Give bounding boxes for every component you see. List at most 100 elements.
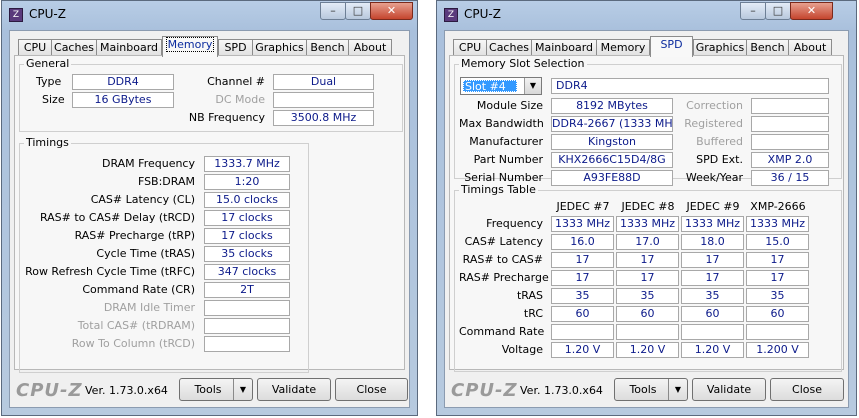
- fsb-dram-label: FSB:DRAM: [137, 175, 195, 188]
- part-number-value: KHX2666C15D4/8G: [551, 152, 673, 168]
- maximize-button[interactable]: □: [765, 2, 791, 20]
- window-client: CPU Caches Mainboard Memory SPD Graphics…: [9, 30, 410, 408]
- window-client: CPU Caches Mainboard Memory SPD Graphics…: [444, 30, 849, 408]
- week-year-value: 36 / 15: [751, 170, 829, 186]
- minimize-button[interactable]: –: [740, 2, 766, 20]
- tab-label: About: [793, 41, 827, 54]
- max-bandwidth-label: Max Bandwidth: [459, 117, 544, 130]
- timing-cell: 17: [616, 252, 679, 268]
- title-bar[interactable]: Z CPU-Z – □ ✕: [437, 1, 856, 29]
- tab-caches[interactable]: Caches: [486, 39, 532, 56]
- timing-cell: 17: [551, 252, 614, 268]
- slot-dropdown-arrow-icon[interactable]: ▼: [524, 78, 541, 94]
- cpuz-app-icon: Z: [444, 8, 458, 22]
- trp-label: RAS# Precharge (tRP): [74, 229, 195, 242]
- trp-value: 17 clocks: [204, 228, 290, 244]
- timing-cell: 1.20 V: [551, 342, 614, 358]
- timing-cell: 35: [551, 288, 614, 304]
- tab-label: Caches: [54, 41, 94, 54]
- module-size-label: Module Size: [476, 99, 543, 112]
- timing-cell: 35: [681, 288, 744, 304]
- timing-cell: 60: [616, 306, 679, 322]
- buffered-value: [751, 134, 829, 150]
- tab-label: Memory: [600, 41, 646, 54]
- cpuz-logo: CPU-Z: [451, 380, 518, 401]
- tab-memory[interactable]: Memory: [596, 39, 650, 56]
- tab-graphics[interactable]: Graphics: [252, 39, 307, 56]
- tools-dropdown-arrow-icon[interactable]: ▼: [668, 379, 687, 400]
- tab-about[interactable]: About: [788, 39, 832, 56]
- cas-latency-label: CAS# Latency (CL): [90, 193, 195, 206]
- cas-latency-value: 15.0 clocks: [204, 192, 290, 208]
- timing-cell: 1333 MHz: [616, 216, 679, 232]
- timing-cell: 17.0: [616, 234, 679, 250]
- channel-value: Dual: [273, 74, 374, 90]
- tab-mainboard[interactable]: Mainboard: [96, 39, 162, 56]
- dram-frequency-label: DRAM Frequency: [101, 157, 195, 170]
- timing-row-label: tRAS: [516, 289, 543, 302]
- cpuz-window-spd: Z CPU-Z – □ ✕ CPU Caches Mainboard Memor…: [436, 0, 857, 416]
- cpuz-logo: CPU-Z: [16, 380, 83, 401]
- timings-table-group: Timings Table JEDEC #7 JEDEC #8 JEDEC #9…: [454, 183, 842, 372]
- general-group-title: General: [24, 57, 72, 70]
- tools-button[interactable]: Tools ▼: [179, 378, 253, 401]
- tab-spd[interactable]: SPD: [218, 39, 253, 56]
- window-title: CPU-Z: [464, 7, 501, 21]
- close-button[interactable]: Close: [335, 378, 408, 401]
- tab-memory[interactable]: Memory: [162, 36, 218, 57]
- timing-row-label: tRC: [523, 307, 543, 320]
- timing-cell: 1333 MHz: [681, 216, 744, 232]
- title-bar[interactable]: Z CPU-Z – □ ✕: [2, 1, 417, 29]
- validate-button[interactable]: Validate: [692, 378, 766, 401]
- dc-mode-value: [273, 92, 374, 108]
- close-button[interactable]: Close: [770, 378, 844, 401]
- timing-cell: 16.0: [551, 234, 614, 250]
- timing-cell: 60: [681, 306, 744, 322]
- type-label: Type: [36, 75, 62, 88]
- nb-frequency-label: NB Frequency: [188, 111, 265, 124]
- tab-label: Caches: [489, 41, 529, 54]
- tab-label: Memory: [165, 37, 215, 52]
- tab-cpu[interactable]: CPU: [453, 39, 487, 56]
- tab-cpu[interactable]: CPU: [18, 39, 52, 56]
- tools-label: Tools: [629, 383, 657, 396]
- timing-cell: 18.0: [681, 234, 744, 250]
- timing-row-label: RAS# to CAS#: [462, 253, 543, 266]
- close-window-button[interactable]: ✕: [790, 2, 833, 20]
- timing-cell: 35: [616, 288, 679, 304]
- nb-frequency-value: 3500.8 MHz: [273, 110, 374, 126]
- window-title: CPU-Z: [29, 7, 66, 21]
- tools-dropdown-arrow-icon[interactable]: ▼: [233, 379, 252, 400]
- tab-label: Graphics: [695, 41, 745, 54]
- validate-button[interactable]: Validate: [257, 378, 331, 401]
- tab-caches[interactable]: Caches: [51, 39, 97, 56]
- timing-cell: 60: [551, 306, 614, 322]
- timing-cell: 35: [746, 288, 809, 304]
- timing-row-label: Command Rate: [459, 325, 545, 338]
- trfc-value: 347 clocks: [204, 264, 290, 280]
- tools-button[interactable]: Tools ▼: [614, 378, 688, 401]
- tab-bench[interactable]: Bench: [306, 39, 349, 56]
- tab-graphics[interactable]: Graphics: [693, 39, 747, 56]
- footer: CPU-Z Ver. 1.73.0.x64 Tools ▼ Validate C…: [445, 373, 848, 407]
- close-window-button[interactable]: ✕: [370, 2, 413, 20]
- tab-bench[interactable]: Bench: [746, 39, 789, 56]
- tab-about[interactable]: About: [348, 39, 392, 56]
- timing-cell: 1333 MHz: [746, 216, 809, 232]
- maximize-button[interactable]: □: [345, 2, 371, 20]
- buffered-label: Buffered: [696, 135, 743, 148]
- tab-mainboard[interactable]: Mainboard: [531, 39, 597, 56]
- tab-spd[interactable]: SPD: [650, 36, 693, 57]
- minimize-button[interactable]: –: [320, 2, 346, 20]
- fsb-dram-value: 1:20: [204, 174, 290, 190]
- spd-ext-label: SPD Ext.: [696, 153, 743, 166]
- timing-row-label: Frequency: [486, 217, 543, 230]
- slot-select[interactable]: Slot #4 ▼: [460, 77, 542, 95]
- cpuz-window-memory: Z CPU-Z – □ ✕ CPU Caches Mainboard Memor…: [1, 0, 418, 416]
- dram-idle-timer-value: [204, 300, 290, 316]
- cpuz-app-icon: Z: [9, 8, 23, 22]
- week-year-label: Week/Year: [685, 171, 743, 184]
- tab-label: SPD: [224, 41, 247, 54]
- timings-table-title: Timings Table: [459, 183, 538, 196]
- tras-value: 35 clocks: [204, 246, 290, 262]
